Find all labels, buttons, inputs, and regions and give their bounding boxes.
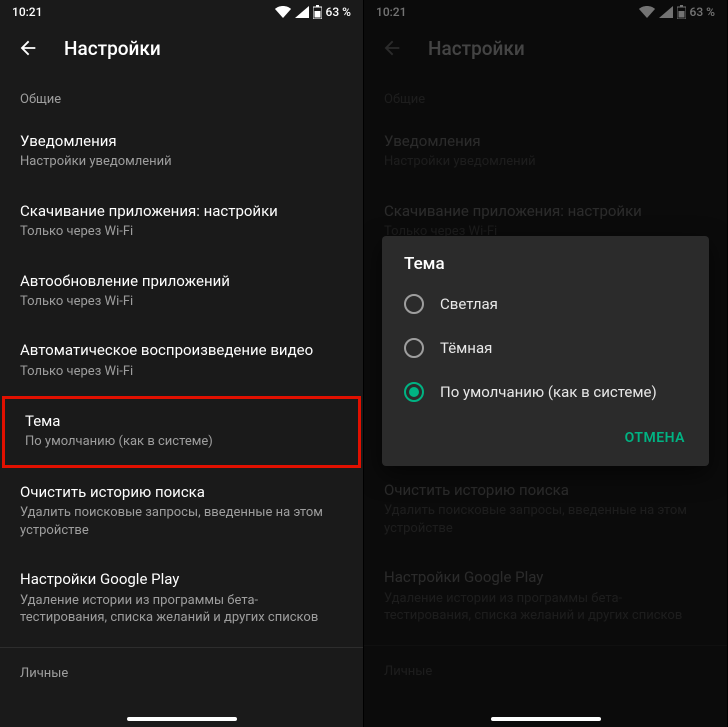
- item-autoupdate[interactable]: Автообновление приложений Только через W…: [0, 257, 363, 327]
- dialog-actions: ОТМЕНА: [382, 414, 709, 460]
- arrow-left-icon: [17, 37, 39, 59]
- divider: [0, 647, 363, 648]
- item-play-settings[interactable]: Настройки Google Play Удаление истории и…: [0, 555, 363, 642]
- item-download[interactable]: Скачивание приложения: настройки Только …: [0, 187, 363, 257]
- item-title: Уведомления: [20, 131, 343, 151]
- gesture-bar: [0, 711, 363, 727]
- home-indicator[interactable]: [127, 717, 237, 721]
- signal-icon: [295, 6, 309, 18]
- item-sub: Только через Wi-Fi: [20, 223, 343, 241]
- item-sub: Только через Wi-Fi: [20, 293, 343, 311]
- page-title: Настройки: [64, 37, 161, 60]
- phone-right: 10:21 63 % Настройки Общие Уведомления Н…: [364, 0, 728, 727]
- item-title: Автоматическое воспроизведение видео: [20, 340, 343, 360]
- option-label: По умолчанию (как в системе): [440, 383, 657, 401]
- item-sub: Удалить поисковые запросы, введенные на …: [20, 504, 343, 539]
- radio-icon: [404, 338, 424, 358]
- option-dark[interactable]: Тёмная: [382, 326, 709, 370]
- gesture-bar: [364, 711, 727, 727]
- item-sub: Настройки уведомлений: [20, 153, 343, 171]
- option-default[interactable]: По умолчанию (как в системе): [382, 370, 709, 414]
- item-title: Автообновление приложений: [20, 271, 343, 291]
- item-notifications[interactable]: Уведомления Настройки уведомлений: [0, 117, 363, 187]
- theme-dialog: Тема Светлая Тёмная По умолчанию (как в …: [382, 236, 709, 466]
- option-label: Тёмная: [440, 339, 492, 357]
- radio-icon: [404, 382, 424, 402]
- back-button[interactable]: [8, 28, 48, 68]
- item-sub: Удаление истории из программы бета-тести…: [20, 592, 343, 627]
- item-sub: Только через Wi-Fi: [20, 363, 343, 381]
- section-general: Общие: [0, 78, 363, 117]
- status-icons: 63 %: [275, 5, 351, 19]
- cancel-button[interactable]: ОТМЕНА: [615, 422, 695, 454]
- option-label: Светлая: [440, 295, 498, 313]
- status-bar: 10:21 63 %: [0, 0, 363, 24]
- titlebar: Настройки: [0, 24, 363, 72]
- section-personal: Личные: [0, 652, 363, 691]
- item-title: Очистить историю поиска: [20, 482, 343, 502]
- item-title: Тема: [25, 411, 338, 431]
- wifi-icon: [275, 6, 291, 18]
- home-indicator[interactable]: [491, 717, 601, 721]
- item-clear-history[interactable]: Очистить историю поиска Удалить поисковы…: [0, 468, 363, 555]
- item-sub: По умолчанию (как в системе): [25, 433, 338, 451]
- item-theme[interactable]: Тема По умолчанию (как в системе): [5, 399, 358, 465]
- dialog-title: Тема: [382, 254, 709, 282]
- option-light[interactable]: Светлая: [382, 282, 709, 326]
- phone-left: 10:21 63 % Настройки Общие Уведомления Н…: [0, 0, 364, 727]
- battery-percent: 63 %: [326, 5, 351, 19]
- status-time: 10:21: [12, 5, 42, 19]
- content: Общие Уведомления Настройки уведомлений …: [0, 72, 363, 691]
- item-title: Настройки Google Play: [20, 569, 343, 589]
- battery-icon: [313, 5, 322, 19]
- highlight-theme: Тема По умолчанию (как в системе): [2, 396, 361, 468]
- item-title: Скачивание приложения: настройки: [20, 201, 343, 221]
- item-autoplay[interactable]: Автоматическое воспроизведение видео Тол…: [0, 326, 363, 396]
- radio-icon: [404, 294, 424, 314]
